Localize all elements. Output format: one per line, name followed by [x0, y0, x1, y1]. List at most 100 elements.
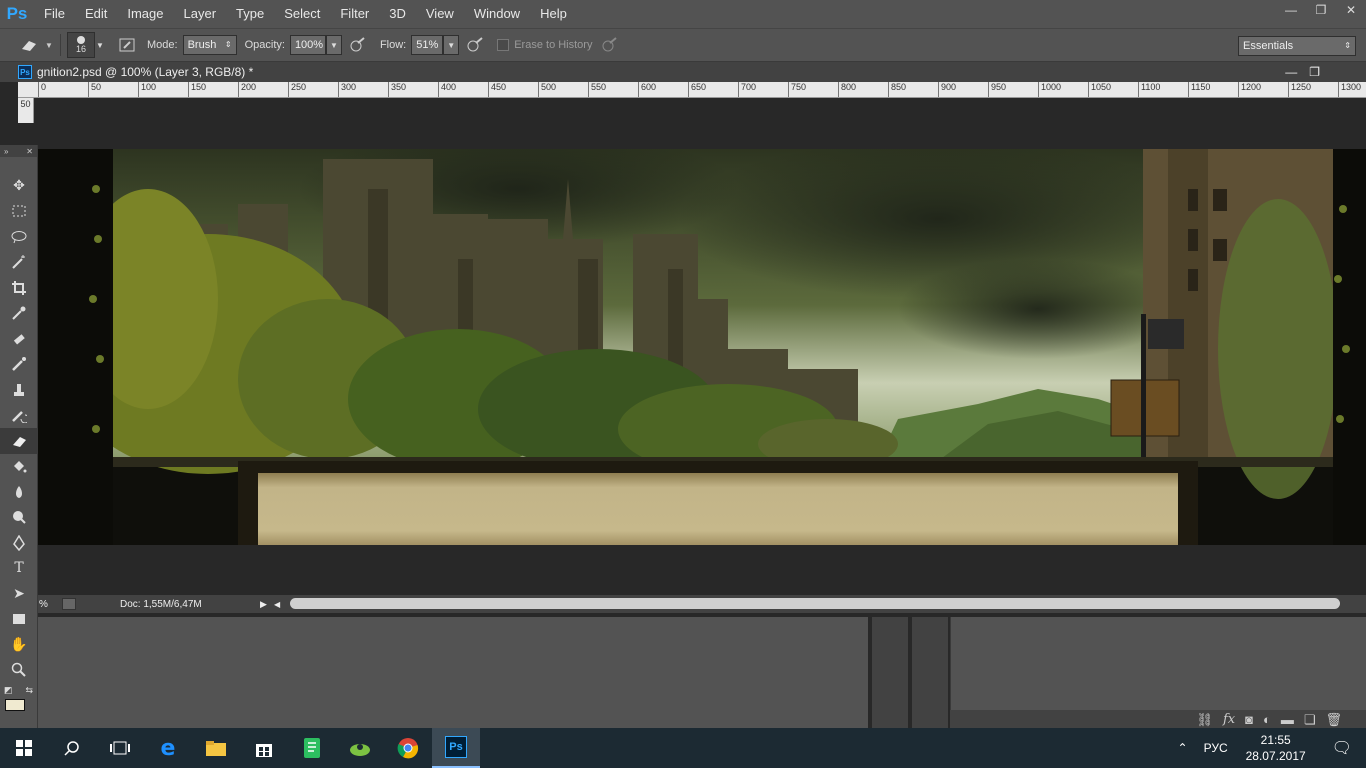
- hand-tool-icon[interactable]: ✋: [0, 632, 38, 658]
- restore-button[interactable]: ❐: [1306, 0, 1336, 20]
- status-share-icon[interactable]: [62, 598, 76, 610]
- swap-colors-icon[interactable]: ⇆: [25, 685, 33, 696]
- ruler-tick: 1000: [1038, 82, 1061, 97]
- history-brush-tool-icon[interactable]: [0, 403, 38, 429]
- ruler-tick: 1100: [1138, 82, 1160, 97]
- flow-dropdown-button[interactable]: ▼: [443, 35, 460, 55]
- opacity-input[interactable]: 100%: [289, 35, 326, 55]
- photoshop-taskbar-icon[interactable]: Ps: [432, 728, 480, 768]
- chrome-icon[interactable]: [384, 728, 432, 768]
- minimize-button[interactable]: —: [1276, 0, 1306, 20]
- chevron-up-icon[interactable]: ⌃: [1168, 741, 1198, 755]
- foreground-color-swatch[interactable]: [5, 699, 25, 711]
- store-icon[interactable]: [240, 728, 288, 768]
- tools-panel: » ✕ ✥ T ➤ ✋ ◩ ⇆: [0, 145, 38, 728]
- ruler-tick: 1050: [1088, 82, 1111, 97]
- ruler-tick: 750: [788, 82, 806, 97]
- flow-value: 51%: [416, 39, 439, 51]
- menu-3d[interactable]: 3D: [379, 0, 416, 28]
- status-menu-arrow-icon[interactable]: ▶: [260, 599, 270, 610]
- adjustment-layer-icon[interactable]: ◐: [1263, 712, 1271, 727]
- pressure-size-icon[interactable]: [597, 37, 621, 53]
- notifications-icon[interactable]: 🗨: [1318, 738, 1366, 758]
- close-button[interactable]: ✕: [1336, 0, 1366, 20]
- language-indicator[interactable]: РУС: [1198, 741, 1234, 755]
- lasso-tool-icon[interactable]: [0, 224, 38, 250]
- chevron-down-icon[interactable]: ▼: [95, 35, 105, 55]
- search-icon[interactable]: [48, 728, 96, 768]
- workspace-dropdown[interactable]: Essentials ⇕: [1238, 36, 1356, 56]
- clone-stamp-tool-icon[interactable]: [0, 377, 38, 403]
- new-layer-icon[interactable]: ❏: [1304, 712, 1316, 727]
- ruler-tick: 800: [838, 82, 856, 97]
- erase-to-history-checkbox[interactable]: [497, 39, 510, 51]
- menu-image[interactable]: Image: [117, 0, 173, 28]
- edge-browser-icon[interactable]: e: [144, 728, 192, 768]
- task-view-icon[interactable]: [96, 728, 144, 768]
- rectangle-tool-icon[interactable]: [0, 607, 38, 633]
- menu-filter[interactable]: Filter: [330, 0, 379, 28]
- close-icon[interactable]: ✕: [26, 147, 33, 156]
- airbrush-icon[interactable]: [459, 37, 489, 53]
- pen-tool-icon[interactable]: [0, 530, 38, 556]
- panel-dock-strip-2: [912, 617, 948, 728]
- menu-edit[interactable]: Edit: [75, 0, 117, 28]
- tools-panel-header[interactable]: » ✕: [0, 145, 37, 157]
- tab-document[interactable]: Ps gnition2.psd @ 100% (Layer 3, RGB/8) …: [0, 62, 1366, 82]
- doc-minimize-button[interactable]: —: [1285, 65, 1297, 79]
- mode-dropdown[interactable]: Brush ⇕: [182, 35, 237, 55]
- pressure-opacity-icon[interactable]: [342, 37, 372, 53]
- menu-type[interactable]: Type: [226, 0, 274, 28]
- type-tool-icon[interactable]: T: [0, 556, 38, 582]
- link-layers-icon[interactable]: ⛓: [1196, 712, 1213, 727]
- add-mask-icon[interactable]: ◙: [1245, 712, 1253, 727]
- horizontal-scrollbar[interactable]: [290, 598, 1340, 609]
- ruler-tick: 850: [888, 82, 906, 97]
- menu-select[interactable]: Select: [274, 0, 330, 28]
- menu-help[interactable]: Help: [530, 0, 577, 28]
- zoom-tool-icon[interactable]: [0, 658, 38, 684]
- zoom-level[interactable]: %: [38, 599, 58, 610]
- move-tool-icon[interactable]: ✥: [0, 173, 38, 199]
- clock[interactable]: 21:55 28.07.2017: [1234, 732, 1318, 764]
- magic-wand-tool-icon[interactable]: [0, 250, 38, 276]
- file-explorer-icon[interactable]: [192, 728, 240, 768]
- layers-panel-footer: ⛓ fx ◙ ◐ ▬ ❏ 🗑: [950, 710, 1366, 728]
- brush-tool-icon[interactable]: [0, 352, 38, 378]
- ruler-tick: 50: [88, 82, 101, 97]
- ruler-tick: 0: [38, 82, 46, 97]
- blur-tool-icon[interactable]: [0, 479, 38, 505]
- color-swap-controls[interactable]: ◩ ⇆: [0, 683, 37, 698]
- windows-start-icon[interactable]: [0, 728, 48, 768]
- scroll-left-icon[interactable]: ◀: [274, 600, 286, 609]
- layers-panel: [950, 617, 1366, 710]
- cloud-app-icon[interactable]: [336, 728, 384, 768]
- menu-window[interactable]: Window: [464, 0, 530, 28]
- paint-bucket-tool-icon[interactable]: [0, 454, 38, 480]
- menu-layer[interactable]: Layer: [174, 0, 227, 28]
- new-group-icon[interactable]: ▬: [1281, 712, 1294, 727]
- flow-input[interactable]: 51%: [411, 35, 444, 55]
- eyedropper-tool-icon[interactable]: [0, 301, 38, 327]
- chevron-down-icon[interactable]: ▼: [44, 41, 54, 50]
- dodge-tool-icon[interactable]: [0, 505, 38, 531]
- evernote-icon[interactable]: [288, 728, 336, 768]
- default-colors-icon[interactable]: ◩: [4, 685, 13, 696]
- updown-icon: ⇕: [224, 40, 232, 49]
- crop-tool-icon[interactable]: [0, 275, 38, 301]
- document-canvas-image[interactable]: [38, 149, 1366, 545]
- eraser-tool-icon[interactable]: [0, 428, 38, 454]
- doc-restore-button[interactable]: ❐: [1309, 65, 1320, 79]
- delete-layer-icon[interactable]: 🗑: [1325, 712, 1342, 727]
- healing-brush-tool-icon[interactable]: [0, 326, 38, 352]
- collapse-icon[interactable]: »: [4, 147, 8, 156]
- marquee-tool-icon[interactable]: [0, 199, 38, 225]
- brush-panel-toggle-icon[interactable]: [115, 38, 139, 52]
- path-selection-tool-icon[interactable]: ➤: [0, 581, 38, 607]
- brush-size-picker[interactable]: 16: [67, 32, 95, 58]
- fx-icon[interactable]: fx: [1223, 712, 1235, 727]
- menu-view[interactable]: View: [416, 0, 464, 28]
- menu-file[interactable]: File: [34, 0, 75, 28]
- opacity-dropdown-button[interactable]: ▼: [325, 35, 342, 55]
- eraser-tool-preset-icon[interactable]: [14, 38, 44, 52]
